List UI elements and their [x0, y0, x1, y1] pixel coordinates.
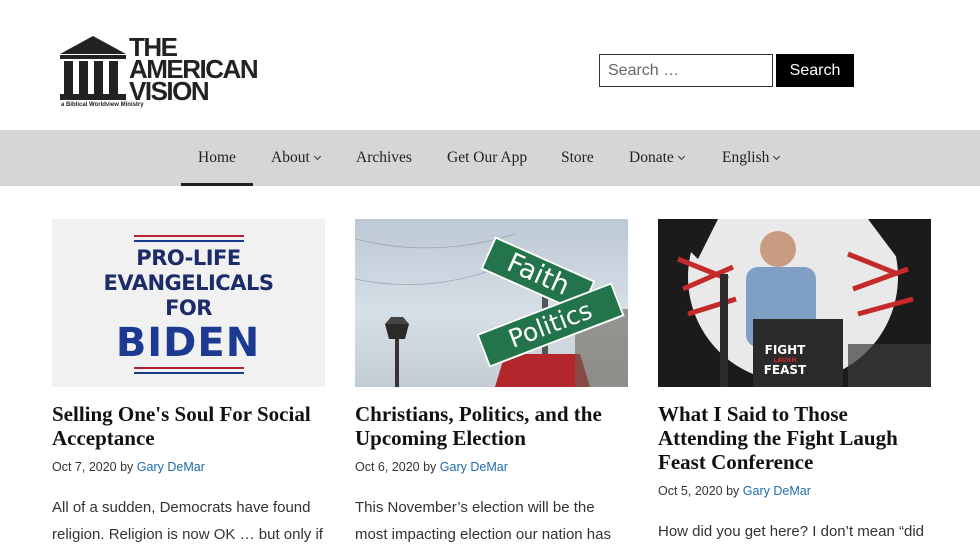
post-title[interactable]: What I Said to Those Attending the Fight…: [658, 402, 931, 474]
post-thumbnail[interactable]: PRO-LIFE EVANGELICALS FOR BIDEN: [52, 219, 325, 387]
image-caption-line: EVANGELICALS: [103, 271, 274, 295]
building-icon: [60, 36, 126, 100]
post-meta: Oct 6, 2020 by Gary DeMar: [355, 460, 628, 474]
stripe: [134, 240, 244, 242]
nav-item-label: Home: [198, 149, 236, 166]
nav-item-donate[interactable]: Donate: [629, 130, 685, 186]
post-excerpt: This November’s election will be the mos…: [355, 499, 611, 543]
main-nav: Home About Archives Get Our App Store Do…: [0, 130, 980, 186]
search-button[interactable]: Search: [776, 54, 854, 87]
chevron-down-icon: [313, 152, 321, 161]
nav-item-label: Archives: [356, 149, 412, 166]
site-logo[interactable]: THE AMERICAN VISION a Biblical Worldview…: [60, 34, 259, 110]
image-caption-line: FOR: [165, 296, 212, 320]
post-thumbnail[interactable]: Faith Politics: [355, 219, 628, 387]
post-date: Oct 6, 2020: [355, 460, 420, 474]
podium-sign: FIGHT LAUGH FEAST: [755, 344, 815, 377]
post-card: PRO-LIFE EVANGELICALS FOR BIDEN Selling …: [52, 219, 325, 546]
post-meta: Oct 5, 2020 by Gary DeMar: [658, 484, 931, 498]
site-header: THE AMERICAN VISION a Biblical Worldview…: [0, 0, 980, 130]
post-author-link[interactable]: Gary DeMar: [137, 460, 205, 474]
logo-wordmark: THE AMERICAN VISION: [129, 32, 259, 106]
nav-item-label: About: [271, 149, 310, 166]
stripe: [134, 372, 244, 374]
chevron-down-icon: [773, 152, 781, 161]
post-meta: Oct 7, 2020 by Gary DeMar: [52, 460, 325, 474]
search-input[interactable]: [599, 54, 773, 87]
nav-item-label: English: [722, 149, 770, 166]
post-by: by: [120, 460, 134, 474]
post-by: by: [726, 484, 740, 498]
post-author-link[interactable]: Gary DeMar: [440, 460, 508, 474]
post-author-link[interactable]: Gary DeMar: [743, 484, 811, 498]
post-date: Oct 7, 2020: [52, 460, 117, 474]
post-excerpt: All of a sudden, Democrats have found re…: [52, 499, 323, 543]
podium-line: FIGHT: [764, 343, 806, 357]
chevron-down-icon: [677, 152, 685, 161]
nav-item-english[interactable]: English: [722, 130, 781, 186]
nav-item-archives[interactable]: Archives: [356, 130, 412, 186]
stripe: [134, 235, 244, 237]
nav-item-label: Donate: [629, 149, 674, 166]
nav-item-get-our-app[interactable]: Get Our App: [447, 130, 527, 186]
post-thumbnail[interactable]: FIGHT LAUGH FEAST: [658, 219, 931, 387]
post-excerpt: How did you get here? I don’t mean “did: [658, 523, 924, 540]
nav-item-store[interactable]: Store: [561, 130, 594, 186]
nav-item-label: Get Our App: [447, 149, 528, 166]
nav-item-about[interactable]: About: [271, 130, 321, 186]
podium-line: FEAST: [763, 363, 807, 377]
image-caption-big: BIDEN: [115, 320, 261, 366]
nav-item-home[interactable]: Home: [181, 130, 253, 186]
logo-tagline: a Biblical Worldview Ministry: [61, 102, 144, 108]
post-title[interactable]: Selling One's Soul For Social Acceptance: [52, 402, 325, 450]
image-caption-line: PRO-LIFE: [136, 246, 241, 270]
post-by: by: [423, 460, 437, 474]
post-title[interactable]: Christians, Politics, and the Upcoming E…: [355, 402, 628, 450]
nav-item-label: Store: [561, 149, 594, 166]
post-card: Faith Politics Christians, Politics, and…: [355, 219, 628, 546]
post-card: FIGHT LAUGH FEAST What I Said to Those A…: [658, 219, 931, 545]
stripe: [134, 367, 244, 369]
post-date: Oct 5, 2020: [658, 484, 723, 498]
